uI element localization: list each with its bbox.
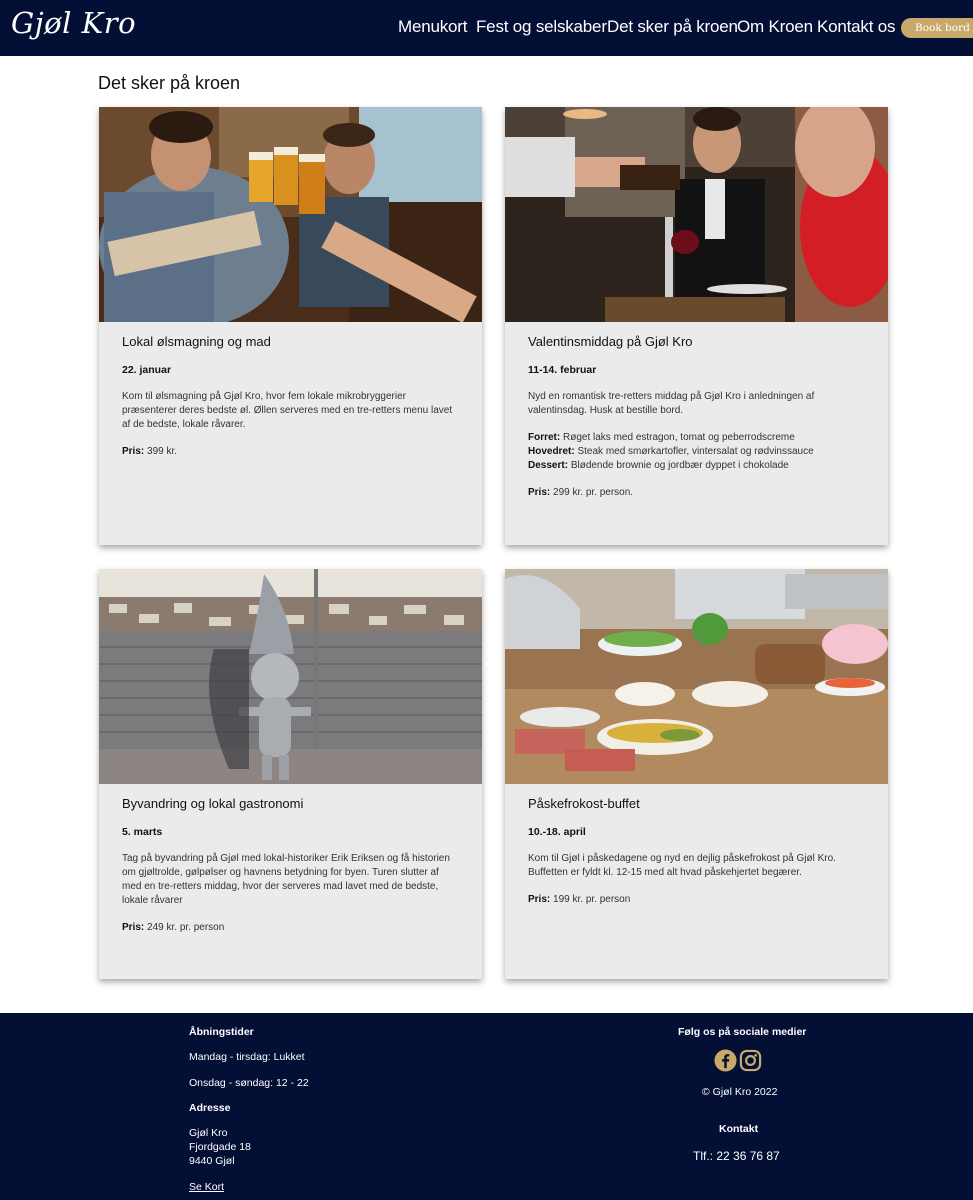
address-heading: Adresse: [189, 1102, 231, 1114]
event-title: Byvandring og lokal gastronomi: [122, 796, 304, 811]
event-description: Kom til Gjøl i påskedagene og nyd en dej…: [528, 853, 836, 878]
see-map-link[interactable]: Se Kort: [189, 1181, 224, 1195]
event-price: Pris: 399 kr.: [122, 446, 459, 457]
event-title: Påskefrokost-buffet: [528, 796, 640, 811]
price-label: Pris:: [528, 894, 551, 905]
event-date: 11-14. februar: [528, 364, 597, 376]
site-logo[interactable]: Gjøl Kro: [11, 6, 136, 40]
address-street: Fjordgade 18: [189, 1141, 251, 1153]
event-image-beer-tasting: [99, 107, 482, 322]
event-title: Lokal ølsmagning og mad: [122, 334, 271, 349]
event-image-valentine: [505, 107, 888, 322]
site-footer: Åbningstider Mandag - tirsdag: Lukket On…: [0, 1013, 973, 1200]
copyright: © Gjøl Kro 2022: [702, 1086, 778, 1098]
instagram-icon[interactable]: [739, 1049, 762, 1072]
event-price: Pris: 199 kr. pr. person: [528, 894, 865, 905]
address-name: Gjøl Kro: [189, 1127, 228, 1139]
price-value: 399 kr.: [147, 446, 178, 457]
event-description: Kom til ølsmagning på Gjøl Kro, hvor fem…: [122, 391, 453, 430]
site-header: Gjøl Kro Menukort Fest og selskaber Det …: [0, 0, 973, 56]
social-icons: [714, 1049, 762, 1072]
price-value: 199 kr. pr. person: [553, 894, 631, 905]
menu-starter: Forret: Røget laks med estragon, tomat o…: [528, 432, 795, 443]
event-card-valentine: Valentinsmiddag på Gjøl Kro 11-14. febru…: [505, 107, 888, 545]
event-card-beer-tasting: Lokal ølsmagning og mad 22. januar Kom t…: [99, 107, 482, 545]
nav-det-sker-paa-kroen[interactable]: Det sker på kroen: [607, 17, 738, 37]
event-description: Tag på byvandring på Gjøl med lokal-hist…: [122, 853, 450, 906]
event-date: 22. januar: [122, 364, 172, 376]
contact-heading: Kontakt: [719, 1123, 759, 1135]
facebook-icon[interactable]: [714, 1049, 737, 1072]
book-table-button[interactable]: Book bord: [901, 18, 973, 38]
social-heading: Følg os på sociale medier: [678, 1026, 807, 1038]
event-card-city-walk: Byvandring og lokal gastronomi 5. marts …: [99, 569, 482, 979]
page-title: Det sker på kroen: [98, 73, 241, 93]
opening-hours-heading: Åbningstider: [189, 1026, 254, 1038]
nav-kontakt-os[interactable]: Kontakt os: [817, 17, 896, 37]
event-image-city-walk: [99, 569, 482, 784]
price-value: 299 kr. pr. person.: [553, 487, 634, 498]
event-image-easter-buffet: [505, 569, 888, 784]
price-value: 249 kr. pr. person: [147, 922, 225, 933]
opening-hours-wed-sun: Onsdag - søndag: 12 - 22: [189, 1077, 309, 1089]
opening-hours-mon-tue: Mandag - tirsdag: Lukket: [189, 1051, 305, 1063]
nav-om-kroen[interactable]: Om Kroen: [737, 17, 813, 37]
address-city: 9440 Gjøl: [189, 1155, 235, 1167]
price-label: Pris:: [528, 487, 551, 498]
menu-dessert: Dessert: Blødende brownie og jordbær dyp…: [528, 460, 789, 471]
price-label: Pris:: [122, 446, 145, 457]
event-card-easter-buffet: Påskefrokost-buffet 10.-18. april Kom ti…: [505, 569, 888, 979]
event-price: Pris: 299 kr. pr. person.: [528, 487, 865, 498]
event-title: Valentinsmiddag på Gjøl Kro: [528, 334, 693, 349]
event-price: Pris: 249 kr. pr. person: [122, 922, 459, 933]
nav-fest-og-selskaber[interactable]: Fest og selskaber: [476, 17, 607, 37]
event-date: 10.-18. april: [528, 826, 586, 838]
nav-menukort[interactable]: Menukort: [398, 17, 467, 37]
event-menu: Forret: Røget laks med estragon, tomat o…: [528, 431, 865, 473]
menu-main: Hovedret: Steak med smørkartofler, vinte…: [528, 446, 814, 457]
phone-number[interactable]: Tlf.: 22 36 76 87: [693, 1149, 780, 1164]
event-description: Nyd en romantisk tre-retters middag på G…: [528, 391, 815, 416]
event-date: 5. marts: [122, 826, 163, 838]
price-label: Pris:: [122, 922, 145, 933]
